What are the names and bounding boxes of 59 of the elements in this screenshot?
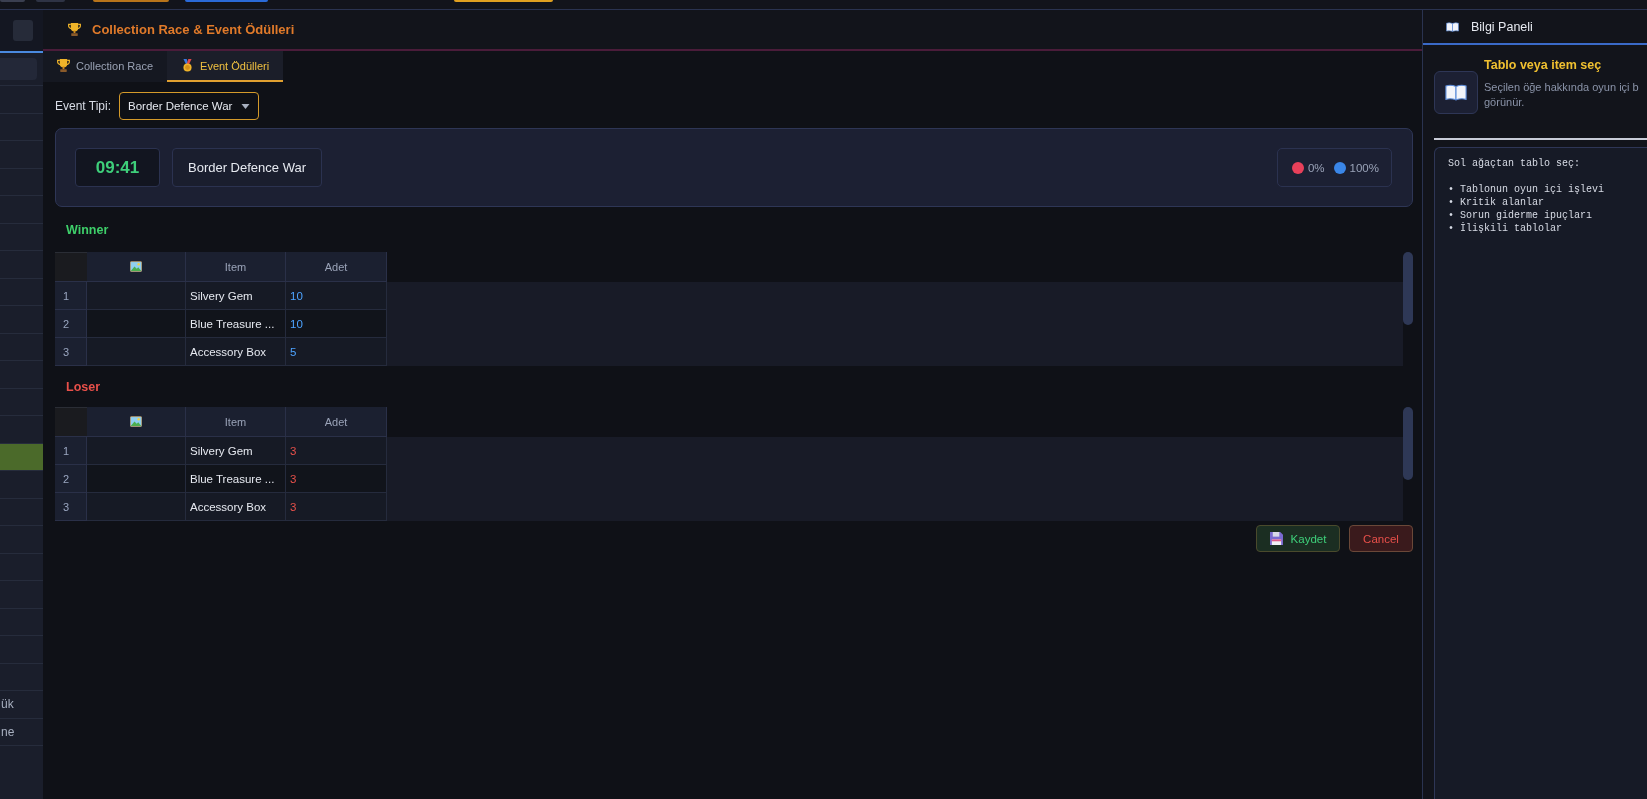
table-cell: Silvery Gem bbox=[186, 437, 286, 465]
row-number: 3 bbox=[55, 338, 87, 366]
column-header[interactable] bbox=[87, 252, 186, 282]
picture-icon bbox=[130, 416, 142, 427]
row-number: 1 bbox=[55, 437, 87, 465]
time-display: 09:41 bbox=[75, 148, 160, 187]
percent-text: 100% bbox=[1349, 161, 1379, 174]
percent-text: 0% bbox=[1307, 161, 1325, 174]
table-cell: Blue Treasure ... bbox=[186, 465, 286, 493]
column-header[interactable]: Adet bbox=[286, 407, 387, 437]
trophy-icon bbox=[57, 59, 70, 72]
event-type-label: Event Tipi: bbox=[55, 99, 112, 113]
book-icon bbox=[1446, 21, 1459, 32]
row-number: 2 bbox=[55, 310, 87, 338]
table-cell: 10 bbox=[286, 310, 387, 338]
table-cell: Accessory Box bbox=[186, 493, 286, 521]
info-description: Seçilen öğe hakkında oyun içi b görünür. bbox=[1484, 80, 1639, 110]
tab[interactable]: Event Ödülleri bbox=[167, 51, 284, 82]
help-list-item: • Sorun giderme ipuçları bbox=[1448, 209, 1593, 222]
table-cell: Accessory Box bbox=[186, 338, 286, 366]
medal-icon bbox=[181, 59, 195, 72]
help-list-item: • Kritik alanlar bbox=[1448, 196, 1544, 209]
picture-icon bbox=[130, 261, 142, 272]
column-header[interactable] bbox=[87, 407, 186, 437]
row-number: 3 bbox=[55, 493, 87, 521]
column-header[interactable]: Item bbox=[186, 252, 286, 282]
tab[interactable]: Collection Race bbox=[43, 51, 168, 82]
caret-icon bbox=[241, 103, 251, 109]
table-cell: 3 bbox=[286, 437, 387, 465]
trophy-icon bbox=[68, 23, 81, 36]
event-type-dropdown[interactable]: Border Defence War bbox=[119, 92, 260, 120]
table-cell: 5 bbox=[286, 338, 387, 366]
event-name-display: Border Defence War bbox=[172, 148, 322, 187]
table-cell: 3 bbox=[286, 493, 387, 521]
row-number: 1 bbox=[55, 282, 87, 310]
scrollbar-thumb[interactable] bbox=[1403, 252, 1413, 325]
info-panel-title: Bilgi Paneli bbox=[1471, 19, 1533, 34]
row-number: 2 bbox=[55, 465, 87, 493]
column-header[interactable]: Item bbox=[186, 407, 286, 437]
sidebar-item[interactable] bbox=[0, 443, 43, 471]
section-title: Loser bbox=[65, 379, 102, 395]
panel-title: Collection Race & Event Ödülleri bbox=[92, 22, 295, 37]
save-button[interactable]: Kaydet bbox=[1256, 525, 1340, 552]
cancel-button[interactable]: Cancel bbox=[1349, 525, 1413, 552]
table-cell: Silvery Gem bbox=[186, 282, 286, 310]
header-corner bbox=[55, 407, 87, 437]
table-cell: 10 bbox=[286, 282, 387, 310]
help-list-item: • Tablonun oyun içi işlevi bbox=[1448, 183, 1605, 196]
help-list-item: • İlişkili tablolar bbox=[1448, 222, 1563, 235]
floppy-icon bbox=[1269, 532, 1283, 545]
table-cell: Blue Treasure ... bbox=[186, 310, 286, 338]
section-title: Winner bbox=[65, 222, 110, 238]
info-title: Tablo veya item seç bbox=[1484, 57, 1603, 73]
table-cell: 3 bbox=[286, 465, 387, 493]
help-text: Sol ağaçtan tablo seç: bbox=[1448, 157, 1581, 170]
book-icon bbox=[1434, 71, 1478, 114]
column-header[interactable]: Adet bbox=[286, 252, 387, 282]
scrollbar-thumb[interactable] bbox=[1403, 407, 1413, 480]
header-corner bbox=[55, 252, 87, 282]
